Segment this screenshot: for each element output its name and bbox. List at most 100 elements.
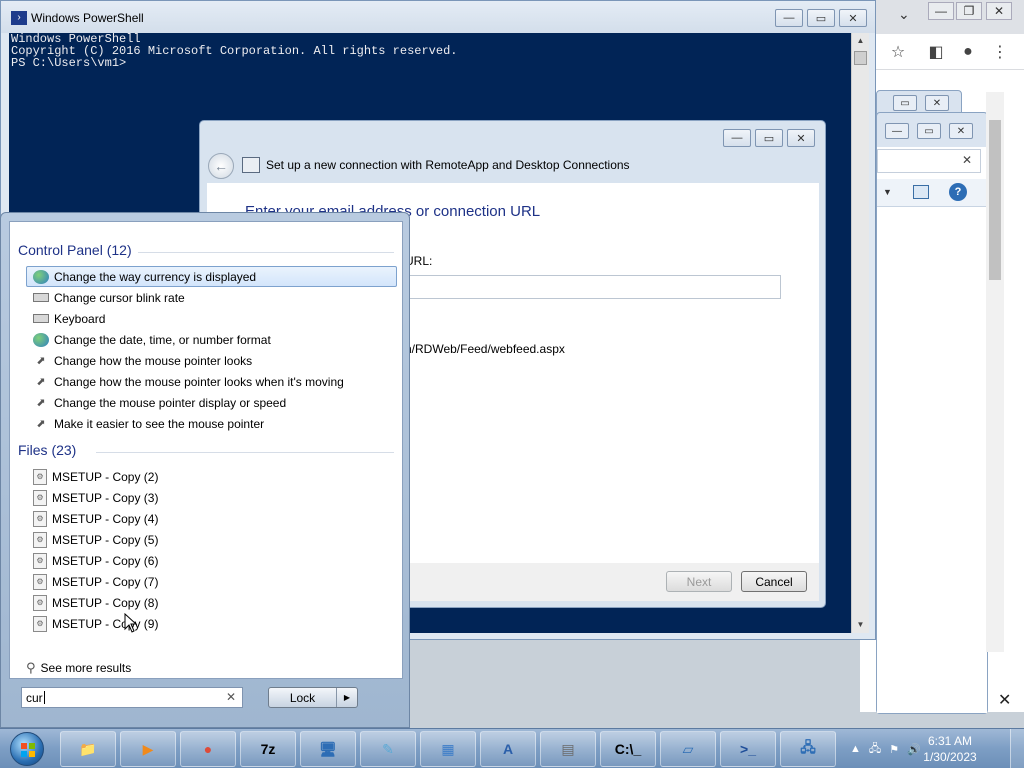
mouse-icon: ⬈	[36, 376, 46, 388]
scroll-down-icon[interactable]: ▼	[852, 617, 869, 633]
text-caret	[43, 691, 45, 704]
clock[interactable]: 6:31 AM 1/30/2023	[920, 733, 980, 765]
close-icon[interactable]: ✕	[962, 153, 972, 167]
show-hidden-icons-icon[interactable]: ▲	[850, 743, 861, 755]
close-button[interactable]: ✕	[839, 9, 867, 27]
file-icon: ⚙	[33, 552, 47, 569]
taskbar-app-cmd[interactable]: C:\_	[600, 731, 656, 767]
files-header[interactable]: Files (23)	[18, 442, 76, 458]
minimize-button[interactable]: —	[928, 2, 954, 20]
list-item[interactable]: Change cursor blink rate	[26, 287, 397, 308]
menu-icon[interactable]: ⋮	[988, 40, 1012, 64]
clock-date: 1/30/2023	[923, 750, 977, 764]
taskbar-app-media-player[interactable]: ▶	[120, 731, 176, 767]
list-item[interactable]: Change the way currency is displayed	[26, 266, 397, 287]
minimize-button[interactable]: —	[723, 129, 751, 147]
list-item[interactable]: ⬈ Change how the mouse pointer looks whe…	[26, 371, 397, 392]
maximize-button[interactable]: ▭	[755, 129, 783, 147]
volume-icon[interactable]: 🔊	[907, 743, 921, 756]
list-item-label: Change cursor blink rate	[54, 290, 185, 305]
scroll-up-icon[interactable]: ▲	[852, 33, 869, 49]
taskbar-app-notepad[interactable]: ✎	[360, 731, 416, 767]
pane-icon[interactable]	[913, 185, 929, 199]
maximize-button[interactable]: ▭	[807, 9, 835, 27]
list-item[interactable]: ⚙ MSETUP - Copy (9)	[26, 613, 397, 634]
chevron-down-icon[interactable]: ⌄	[898, 6, 910, 23]
start-menu: Control Panel (12) Change the way curren…	[0, 212, 410, 728]
taskbar-app-explorer[interactable]: 📁	[60, 731, 116, 767]
show-desktop-button[interactable]	[1010, 729, 1024, 768]
scrollbar-thumb[interactable]	[854, 51, 867, 65]
url-input[interactable]	[405, 275, 781, 299]
taskbar-app-chrome[interactable]: ●	[180, 731, 236, 767]
help-icon[interactable]: ?	[949, 183, 967, 201]
close-button[interactable]: ✕	[986, 2, 1012, 20]
next-button[interactable]: Next	[666, 571, 732, 592]
start-button[interactable]	[4, 730, 50, 768]
list-item[interactable]: ⚙ MSETUP - Copy (5)	[26, 529, 397, 550]
close-icon[interactable]: ✕	[998, 690, 1011, 710]
taskbar-app-computer[interactable]: 🖥	[300, 731, 356, 767]
close-button[interactable]: ✕	[949, 123, 973, 139]
back-arrow-icon[interactable]: ←	[208, 153, 234, 179]
dropdown-icon[interactable]: ▼	[883, 187, 892, 197]
file-icon: ⚙	[33, 468, 47, 485]
vertical-scrollbar[interactable]: ▲ ▼	[851, 33, 869, 633]
taskbar-app-wordpad[interactable]: A	[480, 731, 536, 767]
keyboard-icon	[33, 314, 49, 323]
profile-icon[interactable]: ●	[956, 40, 980, 64]
minimize-button[interactable]: —	[775, 9, 803, 27]
dialog-title: Set up a new connection with RemoteApp a…	[266, 158, 630, 172]
list-item[interactable]: ⚙ MSETUP - Copy (8)	[26, 592, 397, 613]
mouse-cursor-icon	[124, 613, 138, 633]
console-prompt: PS C:\Users\vm1>	[11, 56, 127, 70]
list-item-label: Change the way currency is displayed	[54, 269, 257, 284]
list-item[interactable]: ⚙ MSETUP - Copy (2)	[26, 466, 397, 487]
taskbar-app-powershell[interactable]: >_	[720, 731, 776, 767]
vertical-scrollbar[interactable]	[986, 92, 1004, 652]
power-options-arrow-icon[interactable]: ▶	[337, 688, 357, 707]
file-icon: ⚙	[33, 594, 47, 611]
search-value: cur	[26, 690, 43, 705]
list-item[interactable]: ⬈ Change how the mouse pointer looks	[26, 350, 397, 371]
side-panel-icon[interactable]: ◧	[924, 40, 948, 64]
list-item[interactable]: ⬈ Make it easier to see the mouse pointe…	[26, 413, 397, 434]
control-panel-header[interactable]: Control Panel (12)	[18, 242, 132, 258]
close-button[interactable]: ✕	[787, 129, 815, 147]
star-icon[interactable]: ☆	[886, 40, 910, 64]
restore-button[interactable]: ▭	[917, 123, 941, 139]
list-item[interactable]: ⚙ MSETUP - Copy (7)	[26, 571, 397, 592]
list-item-label: MSETUP - Copy (4)	[52, 511, 159, 526]
search-input[interactable]: cur ✕	[21, 687, 243, 708]
lock-label[interactable]: Lock	[269, 688, 337, 707]
taskbar-app-network[interactable]: 🖧	[780, 731, 836, 767]
list-item[interactable]: Change the date, time, or number format	[26, 329, 397, 350]
action-center-icon[interactable]: ⚑	[889, 743, 899, 756]
list-item[interactable]: ⚙ MSETUP - Copy (3)	[26, 487, 397, 508]
media-player-icon: ▶	[142, 740, 154, 757]
scrollbar-thumb[interactable]	[989, 120, 1001, 280]
list-item[interactable]: ⬈ Change the mouse pointer display or sp…	[26, 392, 397, 413]
cancel-button[interactable]: Cancel	[741, 571, 807, 592]
taskbar-app-control-panel[interactable]: ▦	[420, 731, 476, 767]
divider	[96, 452, 394, 453]
list-item-label: Keyboard	[54, 311, 106, 326]
see-more-results-link[interactable]: ⚲ See more results	[26, 660, 131, 676]
restore-button[interactable]: ❐	[956, 2, 982, 20]
list-item-label: Change how the mouse pointer looks	[54, 353, 253, 368]
lock-button[interactable]: Lock ▶	[268, 687, 358, 708]
clear-icon[interactable]: ✕	[226, 690, 236, 704]
taskbar-app-calculator[interactable]: ▤	[540, 731, 596, 767]
7zip-icon: 7z	[260, 741, 276, 757]
restore-button[interactable]: ▭	[893, 95, 917, 111]
taskbar-app-7zip[interactable]: 7z	[240, 731, 296, 767]
search-results: Control Panel (12) Change the way curren…	[9, 221, 403, 679]
close-button[interactable]: ✕	[925, 95, 949, 111]
powershell-titlebar[interactable]: › Windows PowerShell — ▭ ✕	[1, 1, 875, 33]
list-item[interactable]: ⚙ MSETUP - Copy (6)	[26, 550, 397, 571]
list-item[interactable]: ⚙ MSETUP - Copy (4)	[26, 508, 397, 529]
list-item[interactable]: Keyboard	[26, 308, 397, 329]
taskbar-app-remote-desktop[interactable]: ▱	[660, 731, 716, 767]
minimize-button[interactable]: —	[885, 123, 909, 139]
network-icon[interactable]: 🖧	[869, 740, 881, 759]
